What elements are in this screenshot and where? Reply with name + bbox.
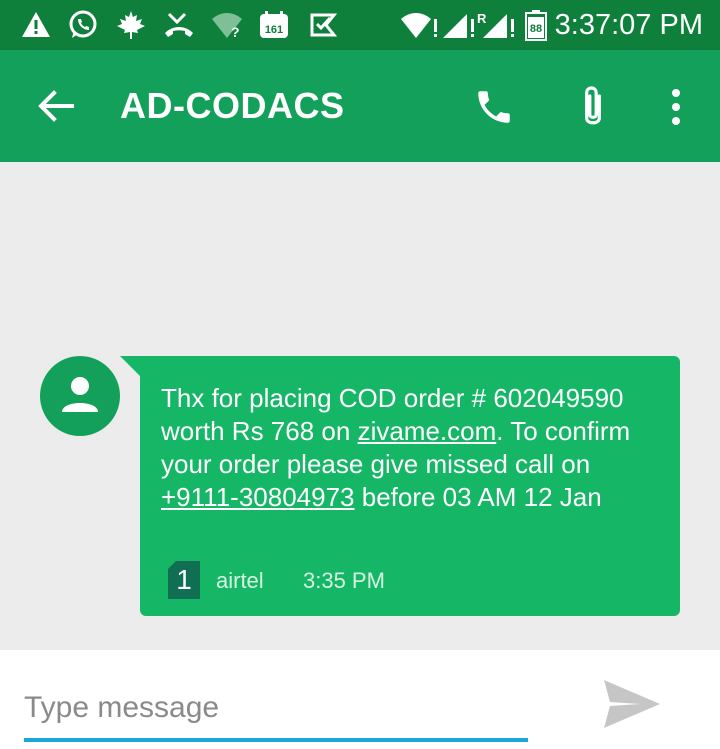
avatar[interactable] xyxy=(40,356,120,436)
warning-icon xyxy=(22,12,50,37)
phone-call-icon[interactable] xyxy=(473,86,515,128)
whatsapp-icon xyxy=(69,10,97,38)
conversation-title: AD-CODACS xyxy=(120,85,345,126)
message-bubble[interactable]: Thx for placing COD order # 602049590 wo… xyxy=(140,356,680,616)
phone-number-link[interactable]: +9111-30804973 xyxy=(161,482,355,512)
more-options-icon[interactable] xyxy=(662,86,690,128)
wifi-icon xyxy=(401,13,437,38)
message-thread[interactable]: Thx for placing COD order # 602049590 wo… xyxy=(0,162,720,650)
message-text: Thx for placing COD order # 602049590 wo… xyxy=(161,382,666,514)
input-underline xyxy=(24,738,528,742)
message-timestamp: 3:35 PM xyxy=(303,568,385,593)
wifi-unknown-icon: ? xyxy=(212,13,242,40)
compose-bar xyxy=(0,650,720,749)
calendar-161-icon: 161 xyxy=(260,11,288,38)
status-time: 3:37:07 PM xyxy=(554,9,703,41)
svg-text:?: ? xyxy=(231,24,240,40)
roaming-signal-icon: R xyxy=(477,11,514,38)
bubble-tail xyxy=(120,356,142,378)
person-icon xyxy=(62,377,98,412)
message-input[interactable] xyxy=(24,688,528,728)
app-bar: AD-CODACS xyxy=(0,50,720,162)
check-shield-icon xyxy=(310,13,338,37)
send-icon[interactable] xyxy=(600,676,664,732)
website-link[interactable]: zivame.com xyxy=(358,416,497,446)
maple-leaf-icon xyxy=(117,11,145,39)
sim-slot-badge: 1 xyxy=(168,561,200,599)
calendar-badge: 161 xyxy=(265,24,283,36)
status-bar: ? 161 R 88 3:37:07 PM xyxy=(0,0,720,50)
attachment-icon[interactable] xyxy=(574,83,612,131)
signal-icon xyxy=(443,14,474,38)
battery-icon: 88 xyxy=(525,10,547,41)
message-text-part: before 03 AM 12 Jan xyxy=(354,482,602,512)
missed-call-icon xyxy=(165,12,193,37)
carrier-label: airtel xyxy=(216,568,264,593)
back-arrow-icon[interactable] xyxy=(36,86,76,126)
roaming-label: R xyxy=(477,11,487,26)
battery-level: 88 xyxy=(530,23,542,35)
